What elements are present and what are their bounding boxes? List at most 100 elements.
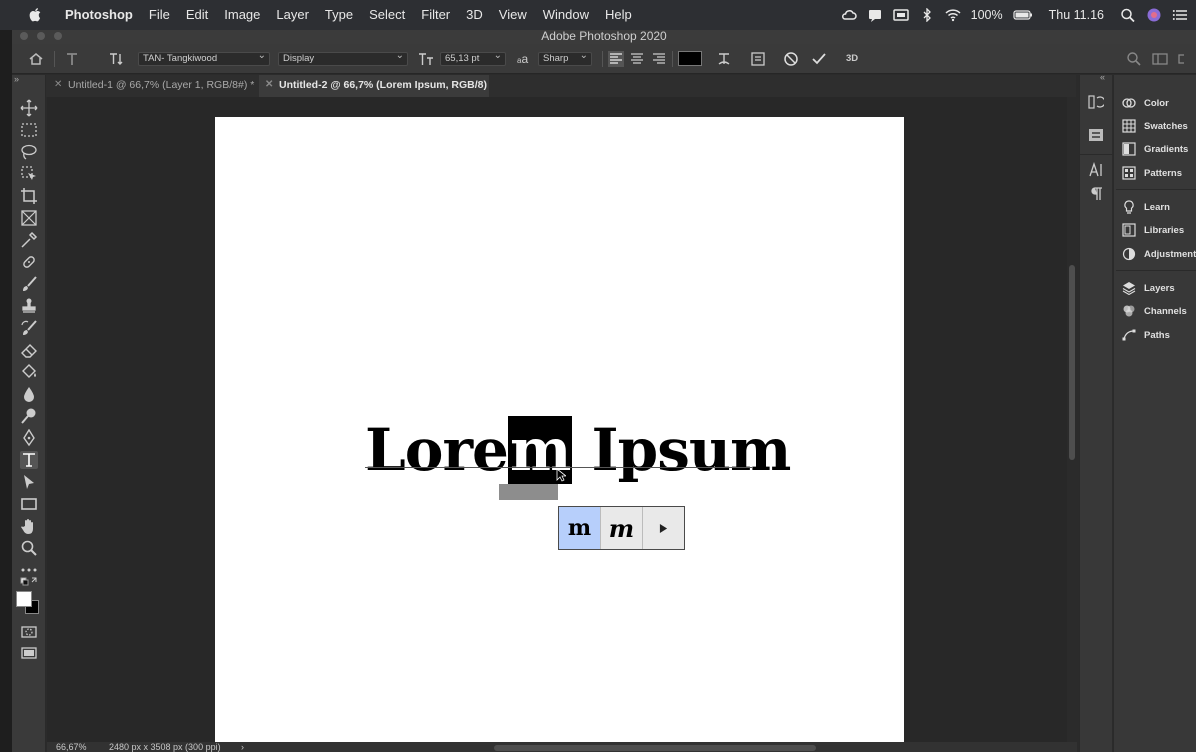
share-icon[interactable]	[1178, 51, 1184, 67]
font-size-select[interactable]: 65,13 pt	[440, 50, 506, 66]
menu-select[interactable]: Select	[361, 0, 413, 30]
close-tab-icon[interactable]: ✕	[54, 75, 62, 95]
foreground-color-swatch[interactable]	[16, 591, 32, 607]
channels-icon	[1123, 305, 1135, 317]
document-workspace[interactable]: Lore m Ipsum	[47, 97, 1067, 742]
rectangle-tool-icon[interactable]	[20, 495, 38, 513]
menu-app[interactable]: Photoshop	[57, 0, 141, 30]
home-icon[interactable]	[28, 51, 44, 67]
menu-edit[interactable]: Edit	[178, 0, 216, 30]
more-alternates-button[interactable]	[643, 507, 684, 549]
menu-view[interactable]: View	[491, 0, 535, 30]
clone-stamp-tool-icon[interactable]	[20, 297, 38, 315]
crop-tool-icon[interactable]	[20, 187, 38, 205]
dodge-tool-icon[interactable]	[20, 407, 38, 425]
control-center-icon[interactable]	[1172, 8, 1188, 22]
type-tool-icon[interactable]	[20, 451, 38, 469]
battery-icon[interactable]	[1013, 8, 1033, 22]
menu-type[interactable]: Type	[317, 0, 361, 30]
tab-untitled-1[interactable]: ✕ Untitled-1 @ 66,7% (Layer 1, RGB/8#) *	[48, 75, 259, 97]
screen-mode-icon[interactable]	[20, 645, 38, 663]
panel-layers[interactable]: Layers	[1122, 280, 1175, 296]
menu-image[interactable]: Image	[216, 0, 268, 30]
panel-swatches[interactable]: Swatches	[1122, 118, 1188, 134]
panel-label: Patterns	[1144, 167, 1183, 179]
menu-file[interactable]: File	[141, 0, 178, 30]
notification-icon[interactable]	[867, 8, 883, 22]
properties-panel-icon[interactable]	[1088, 127, 1104, 143]
panel-patterns[interactable]: Patterns	[1122, 165, 1182, 181]
menu-help[interactable]: Help	[597, 0, 640, 30]
zoom-tool-icon[interactable]	[20, 539, 38, 557]
canvas-text-layer[interactable]: Lorem Ipsum	[365, 415, 791, 485]
blur-tool-icon[interactable]	[20, 385, 38, 403]
align-center-icon[interactable]	[629, 51, 645, 67]
pen-tool-icon[interactable]	[20, 429, 38, 447]
antialias-select[interactable]: Sharp	[538, 50, 592, 66]
history-brush-tool-icon[interactable]	[20, 319, 38, 337]
workspace-icon[interactable]	[1152, 51, 1168, 67]
text-orientation-icon[interactable]	[108, 51, 124, 67]
character-panel-icon[interactable]	[750, 51, 766, 67]
type-tool-icon[interactable]	[64, 51, 80, 67]
document-canvas[interactable]: Lore m Ipsum	[215, 117, 904, 742]
eraser-tool-icon[interactable]	[20, 341, 38, 359]
cancel-icon[interactable]	[783, 51, 799, 67]
collapse-panels-icon[interactable]: «	[1100, 72, 1105, 82]
paint-bucket-tool-icon[interactable]	[20, 363, 38, 381]
align-left-icon[interactable]	[608, 51, 624, 67]
quick-mask-icon[interactable]	[20, 623, 38, 641]
panel-channels[interactable]: Channels	[1122, 303, 1187, 319]
search-icon[interactable]	[1126, 51, 1142, 67]
status-menu-arrow[interactable]: ›	[241, 742, 244, 752]
marquee-tool-icon[interactable]	[20, 121, 38, 139]
clock[interactable]: Thu 11.16	[1049, 8, 1104, 22]
frame-tool-icon[interactable]	[20, 209, 38, 227]
menu-filter[interactable]: Filter	[413, 0, 458, 30]
align-right-icon[interactable]	[651, 51, 667, 67]
panel-color[interactable]: Color	[1122, 95, 1169, 111]
text-color-swatch[interactable]	[678, 51, 702, 66]
commit-icon[interactable]	[811, 51, 827, 67]
panel-paths[interactable]: Paths	[1122, 327, 1170, 343]
panel-libraries[interactable]: Libraries	[1122, 222, 1184, 238]
3d-button[interactable]: 3D	[846, 52, 858, 66]
bluetooth-icon[interactable]	[919, 8, 935, 22]
eyedropper-tool-icon[interactable]	[20, 231, 38, 249]
menu-3d[interactable]: 3D	[458, 0, 491, 30]
panel-adjustments[interactable]: Adjustments	[1122, 246, 1196, 262]
menu-layer[interactable]: Layer	[268, 0, 317, 30]
wifi-icon[interactable]	[945, 8, 961, 22]
vertical-scrollbar[interactable]	[1067, 97, 1077, 742]
brush-tool-icon[interactable]	[20, 275, 38, 293]
hand-tool-icon[interactable]	[20, 517, 38, 535]
panel-gradients[interactable]: Gradients	[1122, 141, 1188, 157]
lasso-tool-icon[interactable]	[20, 143, 38, 161]
glyph-alternate-2[interactable]: m	[601, 507, 643, 549]
creative-cloud-icon[interactable]	[841, 8, 857, 22]
menu-window[interactable]: Window	[535, 0, 597, 30]
warp-text-icon[interactable]	[716, 51, 732, 67]
paragraph-icon[interactable]	[1088, 186, 1104, 202]
horizontal-scroll-thumb[interactable]	[494, 745, 816, 751]
panel-label: Color	[1144, 97, 1169, 109]
font-style-select[interactable]: Display	[278, 50, 408, 66]
vertical-scroll-thumb[interactable]	[1069, 265, 1075, 460]
close-tab-icon[interactable]: ✕	[265, 75, 273, 95]
display-icon[interactable]	[892, 8, 909, 22]
zoom-level[interactable]: 66,67%	[56, 742, 87, 752]
path-selection-tool-icon[interactable]	[20, 473, 38, 491]
move-tool-icon[interactable]	[20, 99, 38, 117]
spotlight-search-icon[interactable]	[1120, 8, 1136, 22]
apple-icon[interactable]	[29, 7, 41, 22]
history-panel-icon[interactable]	[1088, 94, 1104, 110]
siri-icon[interactable]	[1146, 8, 1162, 22]
font-family-select[interactable]: TAN- Tangkiwood	[138, 50, 270, 66]
collapse-toolbar-icon[interactable]: »	[14, 74, 19, 84]
object-select-tool-icon[interactable]	[20, 165, 38, 183]
character-icon[interactable]	[1088, 162, 1104, 178]
tab-untitled-2[interactable]: ✕ Untitled-2 @ 66,7% (Lorem Ipsum, RGB/8…	[259, 75, 489, 111]
healing-brush-tool-icon[interactable]	[20, 253, 38, 271]
glyph-alternate-1[interactable]: m	[559, 507, 601, 549]
panel-learn[interactable]: Learn	[1122, 199, 1170, 215]
